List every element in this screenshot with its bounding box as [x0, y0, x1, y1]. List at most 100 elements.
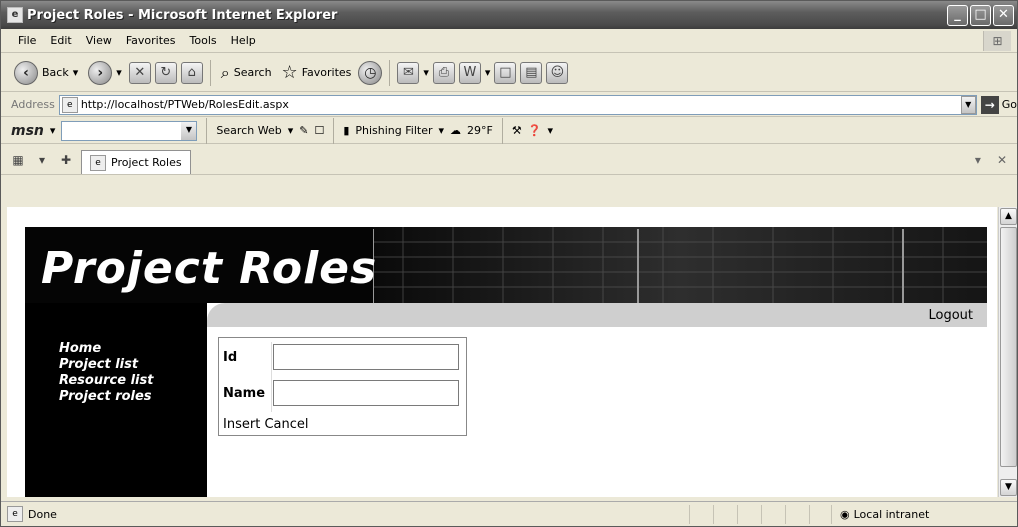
windows-logo-icon: ⊞ [983, 31, 1011, 51]
window-title: Project Roles - Microsoft Internet Explo… [27, 7, 338, 23]
back-arrow-icon: ‹ [14, 60, 38, 85]
intranet-icon: ◉ [840, 508, 850, 521]
tab-bar: ▦ ▾ ✚ e Project Roles ▾ ✕ [1, 145, 1017, 175]
address-url: http://localhost/PTWeb/RolesEdit.aspx [80, 98, 289, 111]
star-icon: ☆ [281, 62, 298, 83]
msn-toolbar: msn ▾ ▼ Search Web ▾ ✎ ☐ ▮ Phishing Filt… [1, 117, 1017, 144]
address-dropdown-icon[interactable]: ▼ [960, 95, 976, 114]
stop-icon[interactable]: ✕ [128, 61, 151, 84]
close-button[interactable]: ✕ [993, 5, 1014, 26]
address-label: Address [11, 98, 55, 111]
chevron-down-icon[interactable]: ▾ [288, 124, 294, 137]
ie-page-icon: e [7, 7, 23, 23]
scroll-up-icon[interactable]: ▲ [1000, 208, 1017, 225]
logout-link[interactable]: Logout [928, 308, 973, 323]
refresh-icon[interactable]: ↻ [154, 61, 177, 84]
chevron-down-icon[interactable]: ▾ [439, 124, 445, 137]
chevron-down-icon[interactable]: ▾ [423, 66, 429, 79]
weather-label[interactable]: 29°F [467, 124, 493, 137]
chevron-down-icon[interactable]: ▾ [485, 66, 491, 79]
go-arrow-icon: → [980, 95, 999, 114]
nav-link-project-list[interactable]: Project list [59, 357, 153, 373]
menu-help[interactable]: Help [224, 34, 263, 47]
security-zone[interactable]: ◉ Local intranet [831, 505, 1011, 524]
discuss-icon[interactable]: □ [494, 61, 517, 84]
tab-project-roles[interactable]: e Project Roles [81, 150, 191, 174]
header-strip: Logout [207, 303, 987, 327]
tools-icon[interactable]: ⚒ [512, 124, 522, 137]
menu-edit[interactable]: Edit [43, 34, 78, 47]
toolbar-divider [206, 117, 208, 144]
name-label: Name [223, 385, 266, 401]
menu-favorites[interactable]: Favorites [119, 34, 183, 47]
minimize-button[interactable]: _ [947, 5, 968, 26]
msn-search-input[interactable]: ▼ [61, 120, 198, 141]
back-button[interactable]: ‹ Back ▾ [11, 58, 81, 88]
status-bar: e Done ◉ Local intranet [1, 501, 1017, 526]
page-content: Project Roles Home Project list Resource… [7, 207, 997, 497]
shield-icon: ▮ [343, 124, 350, 137]
tab-list-icon[interactable]: ▾ [33, 151, 51, 169]
favorites-label: Favorites [301, 66, 352, 79]
favorites-button[interactable]: ☆ Favorites [279, 58, 355, 88]
phishing-filter-button[interactable]: Phishing Filter [355, 124, 432, 137]
edit-word-icon[interactable]: W [458, 61, 481, 84]
status-cells [689, 505, 833, 524]
menu-view[interactable]: View [79, 34, 119, 47]
chevron-down-icon[interactable]: ▾ [547, 124, 553, 137]
note-icon[interactable]: ☐ [314, 124, 324, 137]
quick-tabs-icon[interactable]: ▦ [9, 151, 27, 169]
messenger-icon[interactable]: ☺ [546, 61, 569, 84]
back-label: Back [42, 66, 69, 79]
mail-icon[interactable]: ✉ [397, 61, 420, 84]
search-web-button[interactable]: Search Web [216, 124, 281, 137]
maximize-button[interactable]: □ [970, 5, 991, 26]
menu-bar: File Edit View Favorites Tools Help ⊞ [1, 29, 1017, 53]
address-bar: Address e http://localhost/PTWeb/RolesEd… [1, 93, 1017, 117]
name-input[interactable] [273, 380, 459, 406]
chevron-down-icon[interactable]: ▾ [975, 153, 981, 167]
pen-icon[interactable]: ✎ [299, 124, 308, 137]
forward-arrow-icon: › [88, 60, 113, 85]
cancel-link[interactable]: Cancel [264, 417, 308, 432]
browser-window: e Project Roles - Microsoft Internet Exp… [0, 0, 1018, 527]
go-button[interactable]: → Go [980, 95, 1017, 114]
status-text: Done [28, 507, 57, 521]
research-icon[interactable]: ▤ [520, 61, 543, 84]
msn-logo[interactable]: msn [11, 123, 44, 139]
toolbar-divider [209, 59, 211, 86]
search-dropdown-icon[interactable]: ▼ [181, 121, 197, 140]
nav-link-resource-list[interactable]: Resource list [59, 373, 153, 389]
left-navigation: Home Project list Resource list Project … [25, 303, 207, 497]
home-icon[interactable]: ⌂ [180, 61, 203, 84]
standard-toolbar: ‹ Back ▾ › ▾ ✕ ↻ ⌂ ⌕ Search ☆ Favorites … [1, 54, 1017, 92]
page-icon: e [61, 96, 78, 113]
add-favorite-icon[interactable]: ✚ [57, 151, 75, 169]
history-icon[interactable]: ◷ [358, 60, 383, 85]
id-label: Id [223, 349, 238, 365]
close-tab-icon[interactable]: ✕ [997, 153, 1007, 167]
insert-link[interactable]: Insert [223, 417, 260, 432]
search-button[interactable]: ⌕ Search [218, 58, 275, 88]
page-icon: e [90, 154, 106, 171]
forward-button[interactable]: › ▾ [85, 58, 125, 88]
help-icon[interactable]: ❓ [528, 124, 542, 137]
print-icon[interactable]: ⎙ [432, 61, 455, 84]
menu-file[interactable]: File [11, 34, 43, 47]
tab-label: Project Roles [111, 156, 182, 169]
page-icon: e [7, 506, 23, 522]
vertical-scrollbar[interactable]: ▲ ▼ [998, 207, 1017, 497]
nav-link-home[interactable]: Home [59, 341, 153, 357]
chevron-down-icon[interactable]: ▾ [73, 66, 79, 79]
scroll-thumb[interactable] [1000, 227, 1017, 467]
chevron-down-icon[interactable]: ▾ [116, 66, 122, 79]
address-input[interactable]: e http://localhost/PTWeb/RolesEdit.aspx … [58, 94, 977, 115]
role-edit-form: Id Name Insert Cancel [218, 337, 467, 436]
menu-tools[interactable]: Tools [183, 34, 224, 47]
id-input[interactable] [273, 344, 459, 370]
nav-link-project-roles[interactable]: Project roles [59, 389, 153, 405]
search-icon: ⌕ [220, 62, 230, 82]
chevron-down-icon[interactable]: ▾ [50, 124, 56, 137]
banner-grid-image [373, 227, 987, 303]
scroll-down-icon[interactable]: ▼ [1000, 479, 1017, 496]
